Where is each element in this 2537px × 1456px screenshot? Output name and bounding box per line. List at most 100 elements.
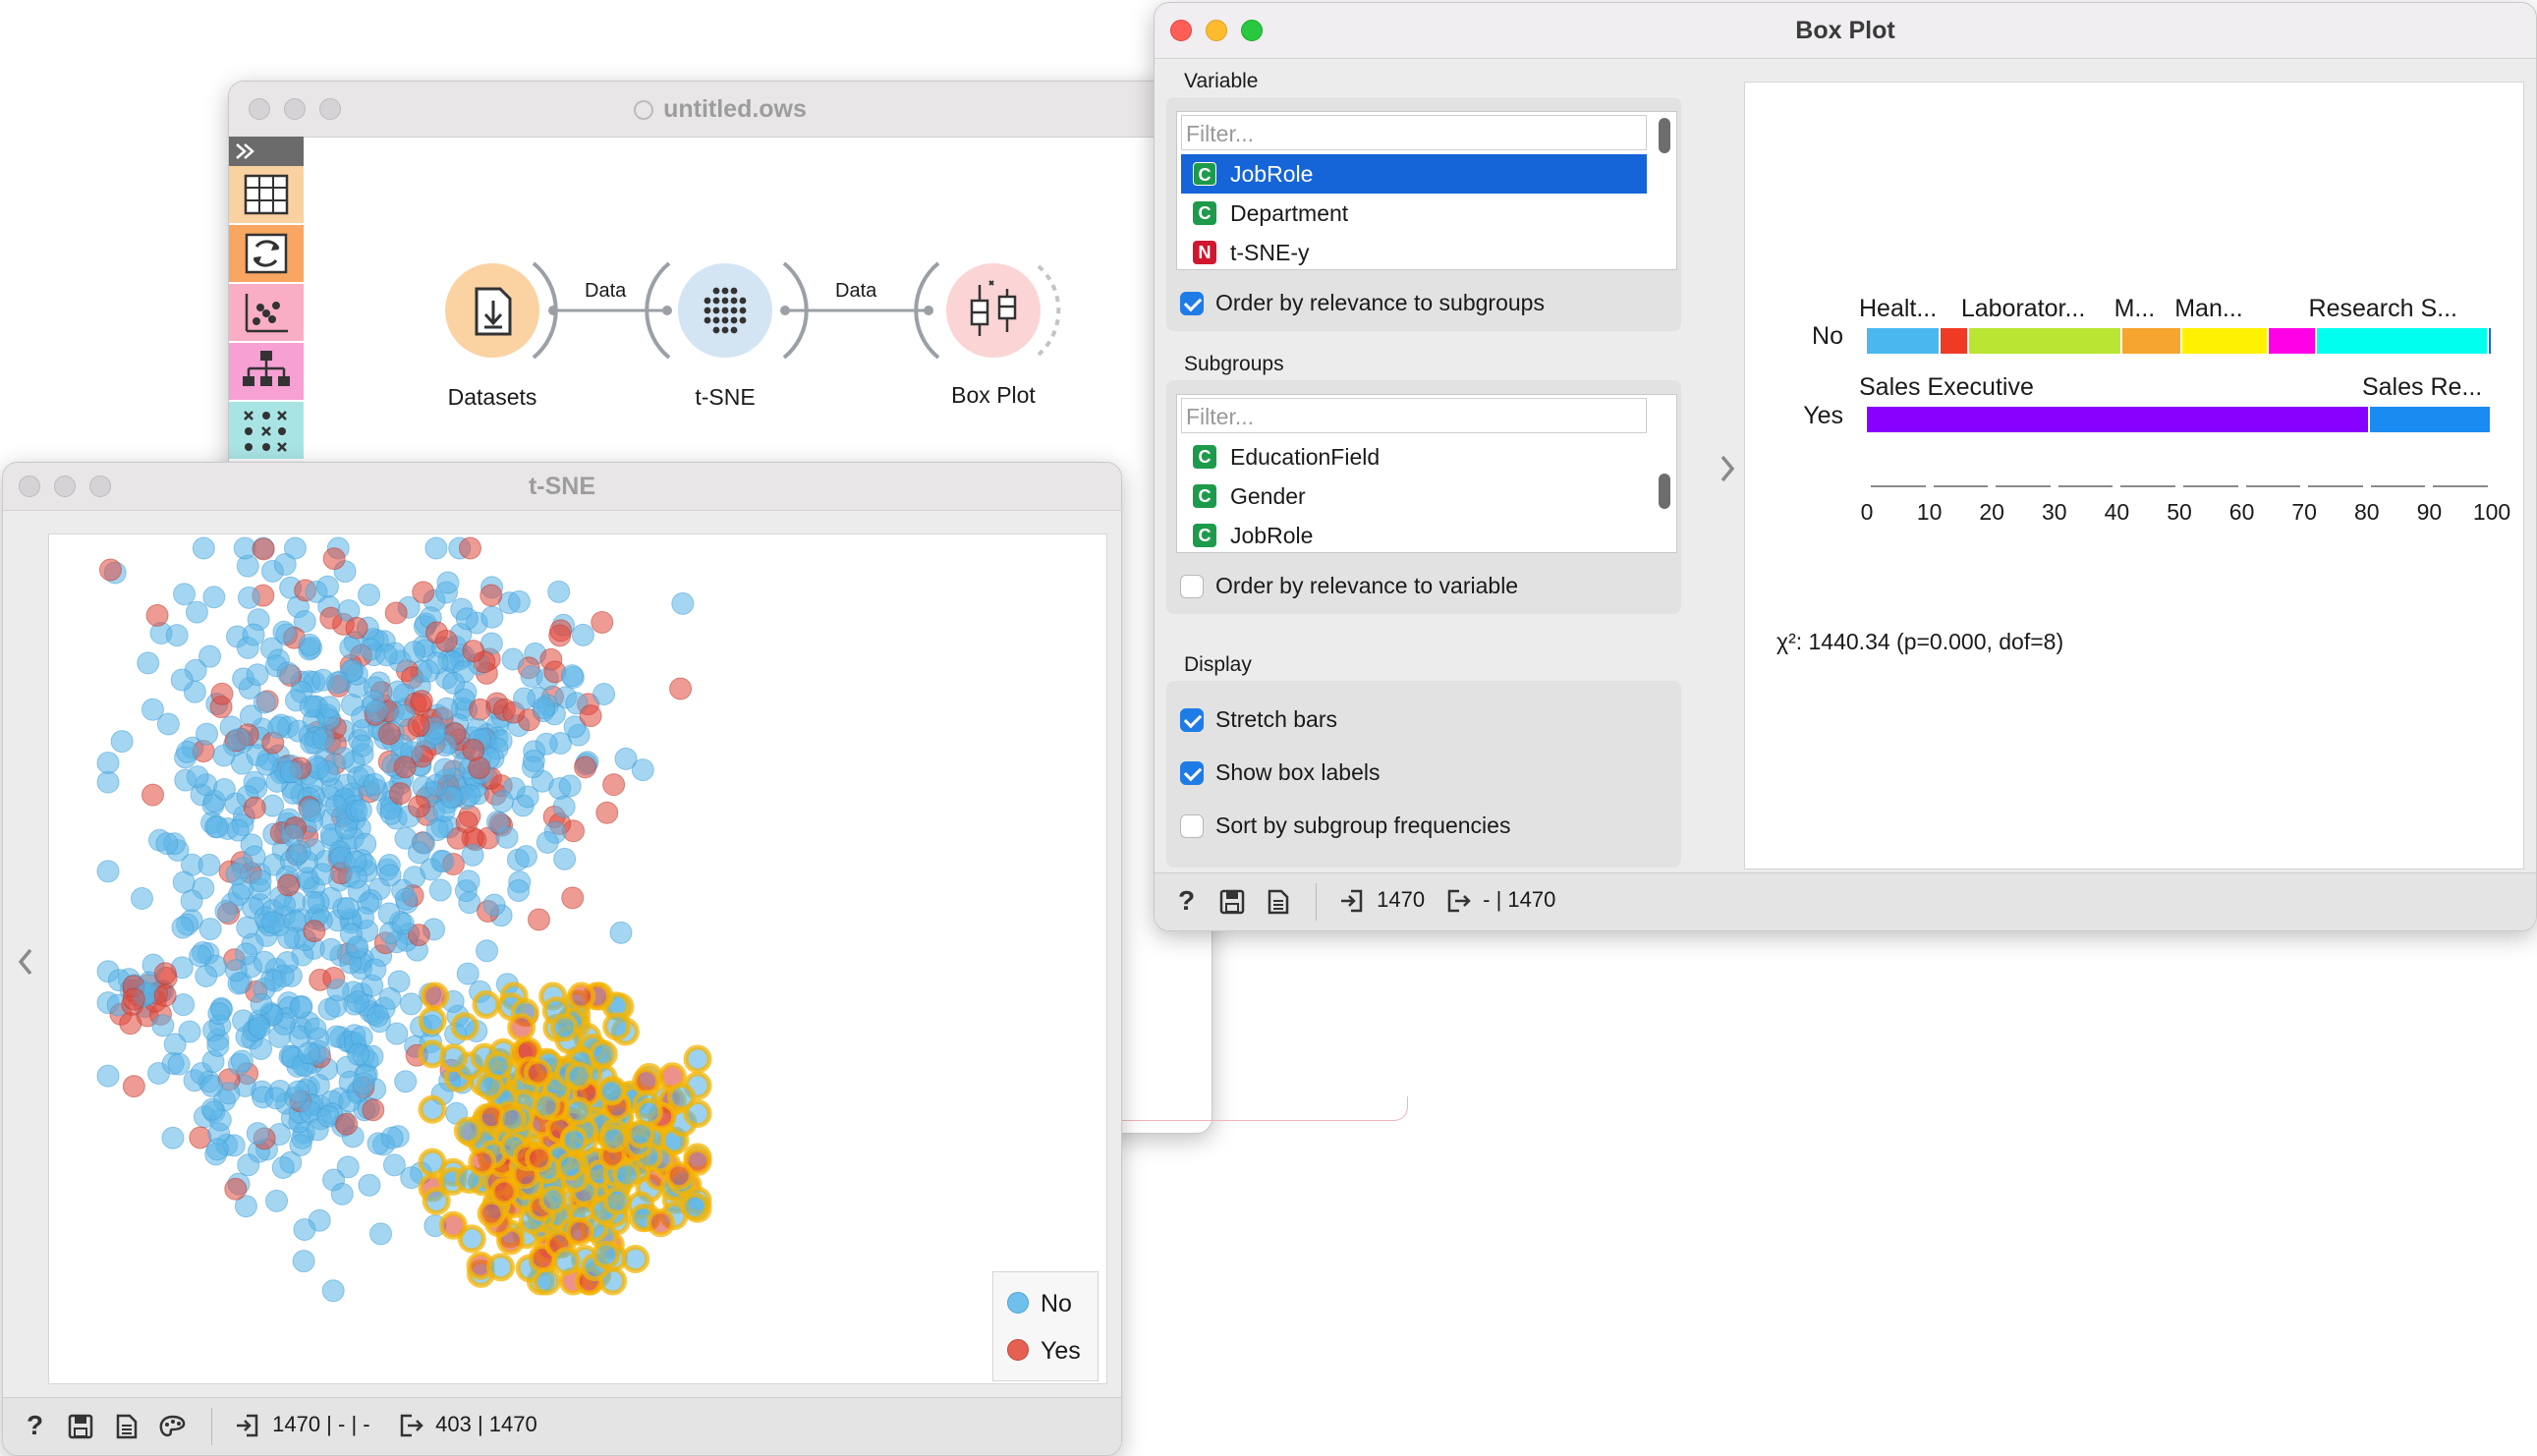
hide-controls-chevron[interactable] (1713, 449, 1742, 488)
point-no (277, 926, 301, 950)
order-by-relevance-variable-label[interactable]: Order by relevance to variable (1215, 573, 1518, 599)
show-controls-chevron[interactable] (11, 942, 40, 981)
boxplot-window: Box Plot Variable Filter... C JobRole C De… (1154, 2, 2537, 931)
bar-segment[interactable] (1867, 328, 1939, 354)
order-by-relevance-subgroups-checkbox[interactable] (1180, 292, 1204, 315)
categorical-badge: C (1193, 161, 1216, 186)
selected-point-no (533, 1266, 562, 1296)
bar-segment[interactable] (2488, 328, 2491, 354)
selected-point-no (472, 989, 501, 1019)
point-no (326, 979, 350, 1002)
node-datasets[interactable] (445, 263, 539, 358)
close-button[interactable] (19, 476, 40, 497)
variable-list-scrollbar[interactable] (1659, 118, 1670, 153)
variable-filter-input[interactable]: Filter... (1181, 115, 1647, 150)
bar-segment[interactable] (2121, 328, 2181, 354)
selected-point-no (612, 1160, 642, 1190)
minimize-button[interactable] (1206, 20, 1227, 41)
help-button[interactable]: ? (1178, 885, 1195, 917)
visual-settings-button[interactable] (158, 1414, 188, 1445)
bar-segment[interactable] (1867, 407, 2368, 432)
bar-segment[interactable] (1940, 328, 1967, 354)
categorical-badge: C (1193, 444, 1216, 469)
report-button[interactable] (1267, 889, 1290, 921)
input-summary[interactable]: 1470 (1339, 887, 1425, 914)
point-yes (579, 704, 602, 728)
point-yes (362, 1098, 385, 1122)
point-yes (210, 682, 234, 705)
boxplot-icon (970, 280, 1017, 336)
selected-point-yes (523, 1058, 552, 1088)
save-image-button[interactable] (68, 1414, 93, 1445)
subgroup-item-gender[interactable]: C Gender (1181, 476, 1647, 516)
point-no (485, 811, 509, 834)
point-no (206, 1034, 230, 1057)
show-box-labels-label[interactable]: Show box labels (1215, 759, 1381, 786)
point-no (428, 878, 452, 902)
point-no (507, 589, 531, 613)
report-button[interactable] (115, 1414, 139, 1445)
save-image-button[interactable] (1219, 889, 1245, 921)
point-no (155, 832, 179, 856)
point-yes (388, 782, 412, 806)
point-yes (153, 962, 177, 985)
bar-segment[interactable] (2268, 328, 2315, 354)
input-summary[interactable]: 1470 | - | - (235, 1412, 370, 1438)
point-no (338, 1090, 362, 1113)
variable-item-jobrole[interactable]: C JobRole (1181, 154, 1647, 194)
subgroup-item-educationfield[interactable]: C EducationField (1181, 437, 1647, 476)
axis-segment (2245, 485, 2301, 487)
point-no (141, 698, 164, 721)
point-yes (243, 796, 266, 819)
stretch-bars-label[interactable]: Stretch bars (1215, 706, 1337, 733)
point-no (358, 583, 381, 606)
minimize-button[interactable] (54, 476, 76, 497)
close-button[interactable] (1170, 20, 1192, 41)
bar-segment[interactable] (2316, 328, 2487, 354)
point-no (339, 636, 363, 659)
show-box-labels-checkbox[interactable] (1180, 761, 1204, 785)
point-no (130, 887, 153, 911)
variable-item-department[interactable]: C Department (1181, 194, 1647, 233)
zoom-button[interactable] (89, 476, 111, 497)
subgroup-item-jobrole[interactable]: C JobRole (1181, 516, 1647, 551)
order-by-relevance-variable-checkbox[interactable] (1180, 575, 1204, 598)
subgroups-filter-input[interactable]: Filter... (1181, 398, 1647, 433)
point-no (180, 889, 203, 913)
subgroups-list-scrollbar[interactable] (1659, 474, 1670, 509)
link-label-2[interactable]: Data (835, 280, 876, 303)
sort-by-subgroup-frequencies-label[interactable]: Sort by subgroup frequencies (1215, 812, 1510, 839)
tsne-legend: No Yes (992, 1271, 1099, 1381)
boxplot-statusbar: ? 1470 - | 1470 (1155, 872, 2536, 930)
help-button[interactable]: ? (27, 1410, 43, 1441)
variable-list[interactable]: Filter... C JobRole C Department Nt-SNE-y (1176, 111, 1677, 270)
order-by-relevance-subgroups-label[interactable]: Order by relevance to subgroups (1215, 290, 1545, 316)
bar-segment[interactable] (1968, 328, 2120, 354)
input-icon (237, 1414, 258, 1437)
boxplot-titlebar: Box Plot (1155, 3, 2536, 59)
tsne-plot-area[interactable]: No Yes (48, 533, 1107, 1384)
point-no (271, 964, 295, 987)
boxplot-plot-area[interactable]: No Yes Healt... Laborator... M... Man... Res… (1744, 82, 2524, 869)
bar-segment[interactable] (2182, 328, 2267, 354)
point-no (547, 580, 571, 603)
bar-segment[interactable] (2369, 407, 2490, 432)
stretch-bars-checkbox[interactable] (1180, 708, 1204, 732)
node-boxplot[interactable] (946, 263, 1041, 358)
point-no (461, 843, 484, 867)
x-tick-label: 40 (2104, 499, 2130, 525)
point-no (293, 1217, 316, 1241)
output-summary[interactable]: - | 1470 (1445, 887, 1555, 914)
point-no (501, 647, 525, 671)
output-summary[interactable]: 403 | 1470 (398, 1412, 537, 1438)
zoom-button[interactable] (1241, 20, 1263, 41)
variable-item-tsne-y[interactable]: Nt-SNE-y (1181, 233, 1647, 268)
link-label-1[interactable]: Data (585, 280, 626, 303)
sort-by-subgroup-frequencies-checkbox[interactable] (1180, 814, 1204, 838)
tsne-scatter-plot[interactable] (49, 534, 1106, 1383)
subgroups-list[interactable]: Filter... C EducationField C Gender C JobRo… (1176, 394, 1677, 553)
selected-point-no (680, 1192, 709, 1221)
stacked-bar-chart[interactable]: No Yes Healt... Laborator... M... Man... Res… (1745, 83, 2523, 525)
node-tsne[interactable] (678, 263, 772, 358)
point-no (224, 959, 248, 982)
